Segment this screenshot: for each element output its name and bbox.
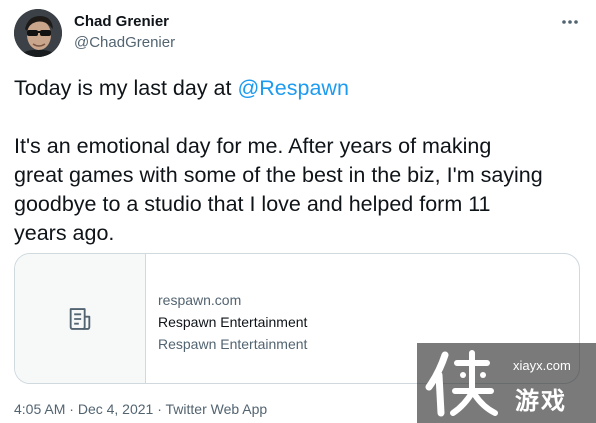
author-name[interactable]: Chad Grenier — [74, 13, 169, 31]
avatar[interactable] — [14, 9, 62, 57]
more-options-button[interactable] — [556, 12, 584, 32]
meta-separator: · — [65, 401, 78, 417]
tweet-client[interactable]: Twitter Web App — [166, 401, 268, 417]
tweet-date[interactable]: Dec 4, 2021 — [78, 401, 154, 417]
link-card-title: Respawn Entertainment — [158, 314, 308, 330]
site-watermark: xiayx.com 游戏 — [417, 343, 596, 423]
watermark-logo — [425, 350, 498, 417]
tweet-text-prefix: Today is my last day at — [14, 76, 238, 100]
watermark-text: 游戏 — [515, 387, 567, 415]
link-card-body: respawn.com Respawn Entertainment Respaw… — [158, 289, 307, 355]
more-horizontal-icon — [562, 20, 578, 24]
meta-separator: · — [153, 401, 166, 417]
tweet-line-1: Today is my last day at @Respawn — [14, 74, 586, 103]
link-card-description: Respawn Entertainment — [158, 336, 308, 352]
link-card-thumbnail — [15, 254, 146, 383]
tweet-paragraph-line: years ago. — [14, 221, 115, 245]
link-card-domain: respawn.com — [158, 292, 242, 308]
mention-link[interactable]: @Respawn — [237, 76, 348, 100]
avatar-image — [14, 9, 62, 57]
tweet-time[interactable]: 4:05 AM — [14, 401, 65, 417]
tweet-paragraph-line: great games with some of the best in the… — [14, 163, 543, 187]
tweet-text: Today is my last day at @Respawn It's an… — [14, 74, 586, 248]
tweet-meta: 4:05 AM · Dec 4, 2021 · Twitter Web App — [14, 400, 267, 418]
tweet-paragraph-line: It's an emotional day for me. After year… — [14, 134, 492, 158]
tweet-paragraph-line: goodbye to a studio that I love and help… — [14, 192, 491, 216]
author-handle[interactable]: @ChadGrenier — [74, 34, 175, 52]
article-icon — [69, 307, 91, 330]
watermark-site: xiayx.com — [513, 358, 571, 373]
